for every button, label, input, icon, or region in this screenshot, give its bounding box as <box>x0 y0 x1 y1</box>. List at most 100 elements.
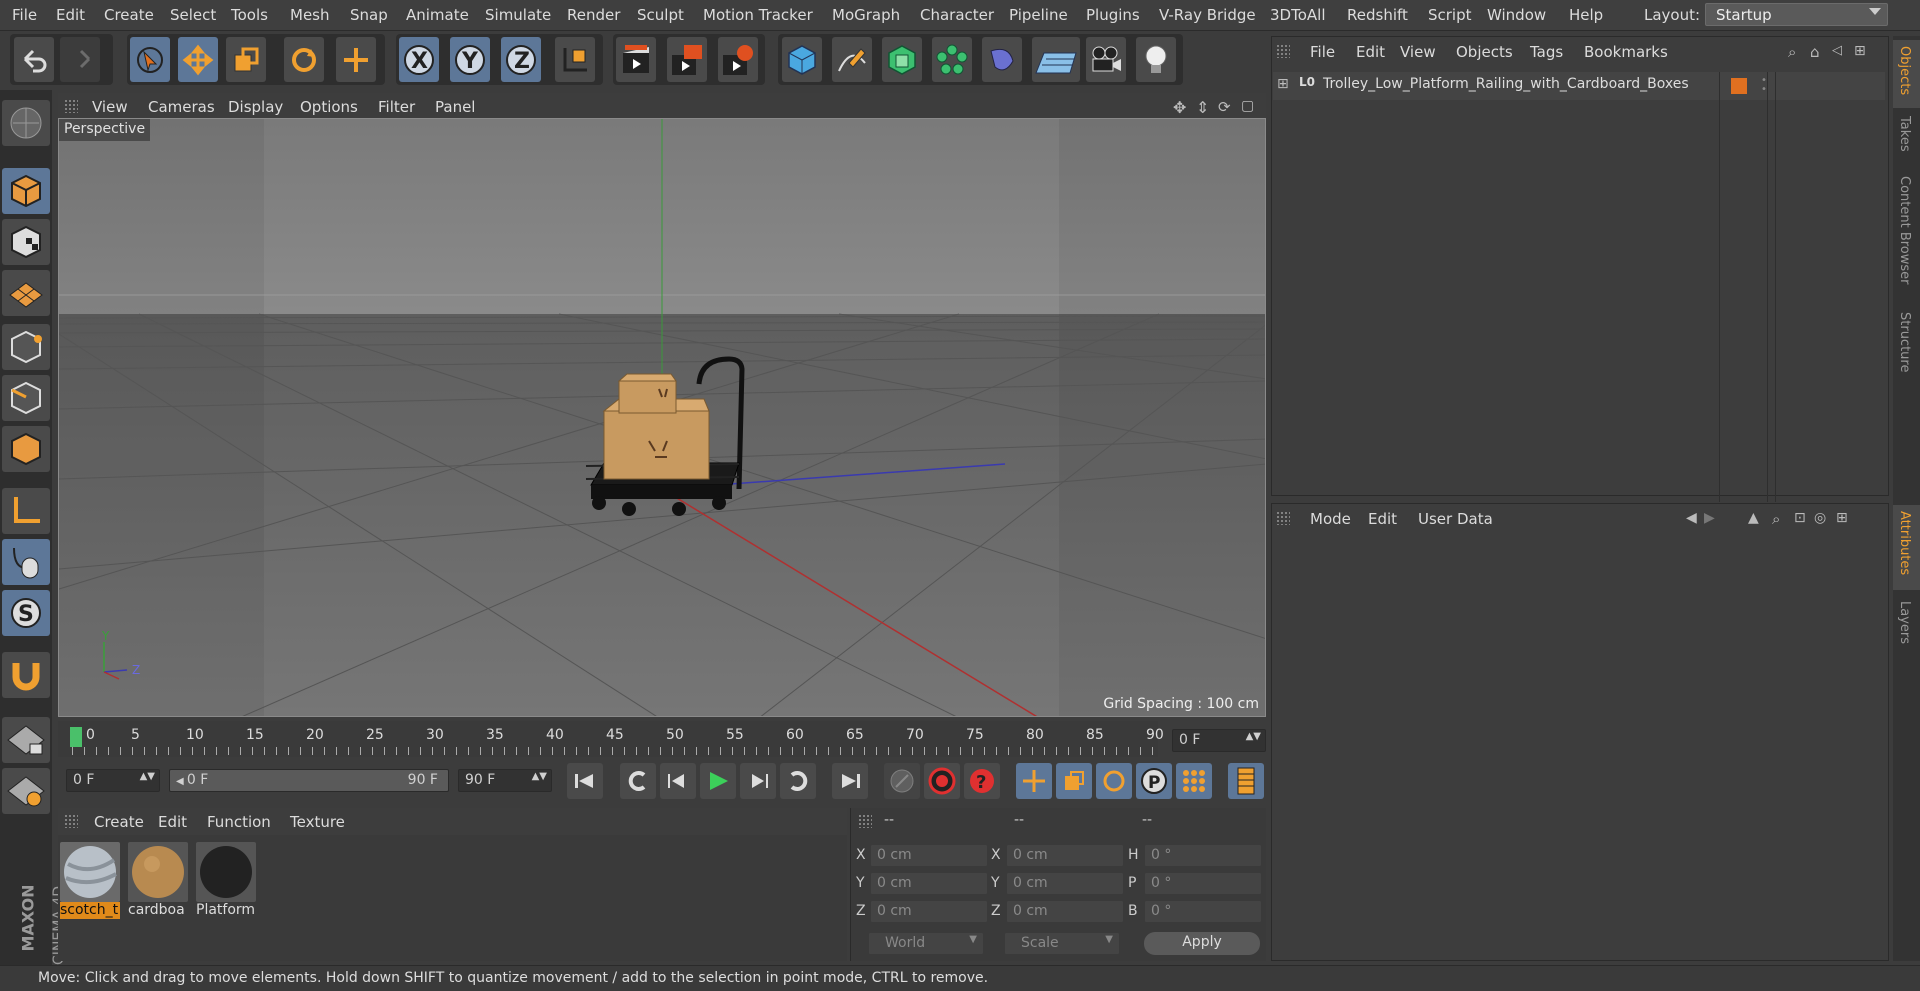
light-icon[interactable] <box>1136 37 1176 82</box>
layout-select[interactable]: Startup <box>1705 3 1888 26</box>
live-selection-icon[interactable] <box>130 37 170 82</box>
snapping-icon[interactable]: S <box>2 590 50 636</box>
material-swatch-platform[interactable]: Platform <box>196 842 256 922</box>
menu-simulate[interactable]: Simulate <box>485 6 551 24</box>
menu-sculpt[interactable]: Sculpt <box>637 6 684 24</box>
material-swatch-scotch[interactable]: scotch_t <box>60 842 120 922</box>
autokey-icon[interactable] <box>924 763 960 799</box>
camera-icon[interactable] <box>1086 37 1126 82</box>
object-row[interactable]: ⊞ L0 Trolley_Low_Platform_Railing_with_C… <box>1273 72 1885 502</box>
cube-icon[interactable] <box>782 37 822 82</box>
size-y-field[interactable]: 0 cm <box>1006 872 1124 895</box>
viewport-menu-options[interactable]: Options <box>300 98 358 116</box>
axis-mode-icon[interactable] <box>2 488 50 534</box>
redo-icon[interactable] <box>60 37 100 82</box>
nav-forward-icon[interactable]: ▶ <box>1704 510 1715 526</box>
size-z-field[interactable]: 0 cm <box>1006 900 1124 923</box>
viewport-menu-view[interactable]: View <box>92 98 128 116</box>
recent-tool-icon[interactable] <box>336 37 376 82</box>
objects-menu-tags[interactable]: Tags <box>1530 43 1563 61</box>
lock-workplane-icon[interactable] <box>2 717 50 763</box>
menu-select[interactable]: Select <box>170 6 216 24</box>
workplane-mode-icon[interactable] <box>2 270 50 316</box>
tab-structure[interactable]: Structure <box>1893 306 1920 386</box>
panel-grip-icon[interactable] <box>858 814 872 828</box>
apply-button[interactable]: Apply <box>1144 932 1260 955</box>
polygons-mode-icon[interactable] <box>2 426 50 472</box>
frame-range-slider[interactable]: ◀ 0 F 90 F <box>169 769 449 792</box>
scale-icon[interactable] <box>226 37 266 82</box>
record-keys-icon[interactable] <box>884 763 920 799</box>
tab-takes[interactable]: Takes <box>1893 110 1920 166</box>
material-menu-function[interactable]: Function <box>207 813 271 831</box>
material-menu-texture[interactable]: Texture <box>290 813 345 831</box>
menu-vray-bridge[interactable]: V-Ray Bridge <box>1159 6 1256 24</box>
playhead-marker[interactable] <box>70 727 82 747</box>
render-picture-viewer-icon[interactable] <box>667 37 707 82</box>
position-y-field[interactable]: 0 cm <box>870 872 988 895</box>
position-x-field[interactable]: 0 cm <box>870 844 988 867</box>
nav-up-icon[interactable]: ▲ <box>1748 510 1759 526</box>
render-settings-icon[interactable] <box>718 37 758 82</box>
world-dropdown[interactable]: World ▼ <box>868 932 984 955</box>
menu-character[interactable]: Character <box>920 6 994 24</box>
material-swatch-cardboard[interactable]: cardboa <box>128 842 188 922</box>
viewport-zoom-icon[interactable]: ⇕ <box>1196 98 1209 117</box>
menu-render[interactable]: Render <box>567 6 620 24</box>
tab-content-browser[interactable]: Content Browser <box>1893 170 1920 296</box>
goto-next-key-icon[interactable] <box>780 763 816 799</box>
goto-prev-key-icon[interactable] <box>620 763 656 799</box>
model-mode-icon[interactable] <box>2 168 50 214</box>
key-scale-icon[interactable] <box>1056 763 1092 799</box>
tab-layers[interactable]: Layers <box>1893 595 1920 655</box>
panel-grip-icon[interactable] <box>64 814 78 828</box>
objects-menu-file[interactable]: File <box>1310 43 1335 61</box>
play-icon[interactable] <box>700 763 736 799</box>
new-panel-icon[interactable]: ⊞ <box>1836 510 1848 526</box>
object-name[interactable]: Trolley_Low_Platform_Railing_with_Cardbo… <box>1323 76 1689 92</box>
menu-edit[interactable]: Edit <box>56 6 85 24</box>
points-mode-icon[interactable] <box>2 324 50 370</box>
viewport-menu-filter[interactable]: Filter <box>378 98 415 116</box>
target-icon[interactable]: ◎ <box>1814 510 1826 526</box>
viewport-label[interactable]: Perspective <box>59 119 151 141</box>
y-axis-icon[interactable]: Y <box>450 37 490 82</box>
subdivision-icon[interactable] <box>882 37 922 82</box>
keyframe-selection-icon[interactable]: ? <box>964 763 1000 799</box>
make-editable-icon[interactable] <box>2 100 50 146</box>
magnet-icon[interactable] <box>2 652 50 698</box>
panel-grip-icon[interactable] <box>1276 511 1290 525</box>
nav-back-icon[interactable]: ◀ <box>1686 510 1697 526</box>
timeline-window-icon[interactable] <box>1228 763 1264 799</box>
attributes-menu-user-data[interactable]: User Data <box>1418 510 1493 528</box>
step-back-icon[interactable] <box>660 763 696 799</box>
key-parameter-icon[interactable]: P <box>1136 763 1172 799</box>
menu-motion-tracker[interactable]: Motion Tracker <box>703 6 813 24</box>
floor-icon[interactable] <box>1032 37 1080 82</box>
planar-workplane-icon[interactable] <box>2 768 50 814</box>
menu-pipeline[interactable]: Pipeline <box>1009 6 1068 24</box>
viewport-menu-display[interactable]: Display <box>228 98 283 116</box>
menu-window[interactable]: Window <box>1487 6 1546 24</box>
viewport-maximize-icon[interactable]: ▢ <box>1241 98 1254 114</box>
nav-back-icon[interactable]: ◁ <box>1832 43 1842 58</box>
new-panel-icon[interactable]: ⊞ <box>1854 43 1866 59</box>
current-frame-field[interactable]: 0 F ▲▼ <box>1172 729 1266 752</box>
objects-menu-edit[interactable]: Edit <box>1356 43 1385 61</box>
pen-spline-icon[interactable] <box>832 37 872 82</box>
rotation-p-field[interactable]: 0 ° <box>1144 872 1262 895</box>
coordinate-system-icon[interactable] <box>555 37 595 82</box>
undo-icon[interactable] <box>14 37 54 82</box>
menu-animate[interactable]: Animate <box>406 6 469 24</box>
deformer-icon[interactable] <box>982 37 1022 82</box>
step-forward-icon[interactable] <box>740 763 776 799</box>
size-x-field[interactable]: 0 cm <box>1006 844 1124 867</box>
move-icon[interactable] <box>178 37 218 82</box>
edges-mode-icon[interactable] <box>2 375 50 421</box>
rotation-b-field[interactable]: 0 ° <box>1144 900 1262 923</box>
menu-3dtoall[interactable]: 3DToAll <box>1270 6 1325 24</box>
menu-mesh[interactable]: Mesh <box>290 6 330 24</box>
goto-start-icon[interactable] <box>567 763 603 799</box>
menu-redshift[interactable]: Redshift <box>1347 6 1408 24</box>
objects-menu-bookmarks[interactable]: Bookmarks <box>1584 43 1668 61</box>
